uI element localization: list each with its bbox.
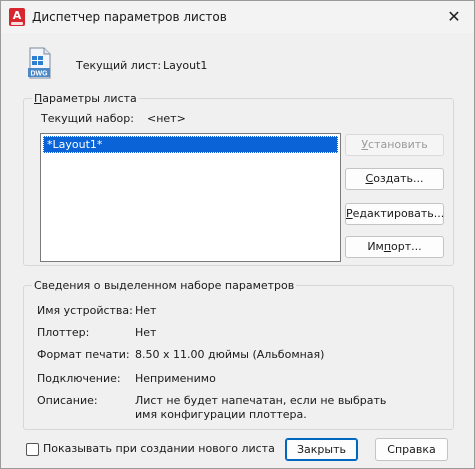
current-set-value: <нет> bbox=[147, 112, 186, 125]
plotter-label: Плоттер: bbox=[37, 326, 90, 339]
show-on-new-layout-label[interactable]: Показывать при создании нового листа bbox=[43, 442, 275, 455]
page-setup-manager-dialog: A Диспетчер параметров листов ✕ DWG Теку… bbox=[0, 0, 475, 469]
autocad-icon: A bbox=[9, 8, 25, 26]
create-button[interactable]: Создать... bbox=[345, 168, 444, 190]
dialog-title: Диспетчер параметров листов bbox=[32, 10, 227, 24]
import-button-accel: п bbox=[383, 240, 392, 253]
edit-button-label: едактировать... bbox=[352, 207, 445, 220]
page-setups-list[interactable]: *Layout1* bbox=[40, 133, 341, 262]
sheet-params-legend: Параметры листа bbox=[32, 92, 139, 105]
device-name-value: Нет bbox=[135, 304, 157, 317]
import-button-pre: Им bbox=[367, 240, 384, 253]
current-sheet-value: Layout1 bbox=[163, 59, 208, 72]
help-button[interactable]: Справка bbox=[375, 438, 448, 461]
paper-size-label: Формат печати: bbox=[37, 348, 130, 361]
close-icon[interactable]: ✕ bbox=[442, 5, 466, 29]
selected-info-legend: Сведения о выделенном наборе параметров bbox=[32, 279, 297, 292]
dwg-file-icon: DWG bbox=[28, 47, 51, 79]
edit-button[interactable]: Редактировать... bbox=[345, 203, 444, 225]
description-value: Лист не будет напечатан, если не выбрать… bbox=[135, 394, 387, 421]
paper-size-value: 8.50 x 11.00 дюймы (Альбомная) bbox=[135, 348, 325, 361]
connection-value: Неприменимо bbox=[135, 372, 216, 385]
set-current-button[interactable]: Установить bbox=[345, 134, 444, 156]
dwg-icon-text: DWG bbox=[30, 70, 48, 77]
current-set-label: Текущий набор: bbox=[41, 112, 134, 125]
close-button[interactable]: Закрыть bbox=[285, 438, 358, 461]
list-item[interactable]: *Layout1* bbox=[43, 136, 338, 153]
current-sheet-label: Текущий лист: bbox=[76, 59, 162, 72]
app-icon-letter: A bbox=[12, 9, 22, 22]
legend-rest: араметры листа bbox=[42, 92, 137, 105]
show-on-new-layout-checkbox[interactable] bbox=[26, 443, 39, 456]
set-button-label: становить bbox=[368, 138, 428, 151]
device-name-label: Имя устройства: bbox=[37, 304, 133, 317]
title-bar: A Диспетчер параметров листов ✕ bbox=[1, 1, 474, 33]
connection-label: Подключение: bbox=[37, 372, 121, 385]
edit-button-accel: Р bbox=[346, 207, 353, 220]
import-button[interactable]: Импорт... bbox=[345, 236, 444, 258]
import-button-label: орт... bbox=[391, 240, 422, 253]
description-label: Описание: bbox=[37, 394, 98, 407]
plotter-value: Нет bbox=[135, 326, 157, 339]
create-button-label: оздать... bbox=[373, 172, 424, 185]
